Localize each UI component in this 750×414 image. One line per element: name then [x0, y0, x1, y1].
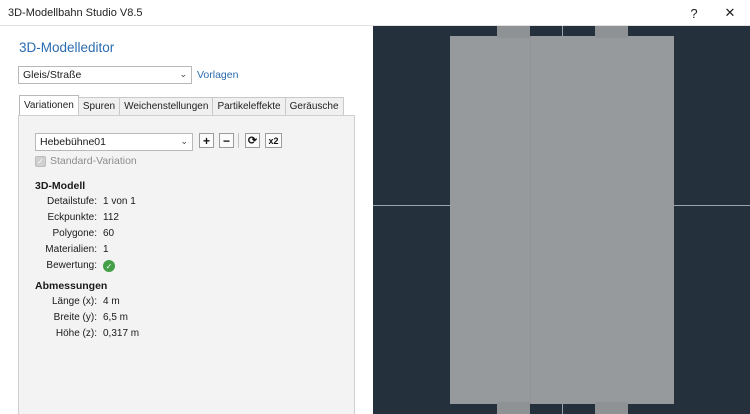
chevron-down-icon: ⌄ [180, 136, 188, 146]
category-value: Gleis/Straße [23, 69, 82, 81]
close-button[interactable]: ✕ [712, 0, 748, 26]
checkmark-icon: ✓ [35, 155, 46, 167]
materials-label: Materialien: [45, 244, 97, 255]
variations-panel: Hebebühne01 ⌄ + − ⟳ x2 ✓ Standard-Variat… [18, 115, 355, 414]
polygons-value: 60 [103, 228, 115, 239]
platform-rail-bottom-left [497, 402, 530, 414]
remove-variation-button[interactable]: − [219, 133, 234, 148]
standard-variation-checkbox[interactable]: ✓ Standard-Variation [35, 155, 137, 167]
height-value: 0,317 m [103, 328, 140, 339]
category-dropdown[interactable]: Gleis/Straße ⌄ [18, 66, 192, 84]
platform-seam [530, 36, 531, 404]
width-label: Breite (y): [53, 312, 97, 323]
height-label: Höhe (z): [55, 328, 97, 339]
refresh-icon[interactable]: ⟳ [245, 133, 260, 148]
duplicate-x2-button[interactable]: x2 [265, 133, 282, 148]
add-variation-button[interactable]: + [199, 133, 214, 148]
help-button[interactable]: ? [676, 0, 712, 26]
length-label: Länge (x): [51, 296, 97, 307]
editor-title: 3D-Modelleditor [19, 40, 115, 55]
rating-label: Bewertung: [46, 260, 97, 271]
vertices-value: 112 [103, 212, 119, 223]
detail-level-value: 1 von 1 [103, 196, 136, 207]
tab-variationen[interactable]: Variationen [19, 95, 79, 115]
editor-pane: 3D-Modelleditor Gleis/Straße ⌄ Vorlagen … [0, 26, 373, 414]
variation-value: Hebebühne01 [40, 136, 106, 148]
chevron-down-icon: ⌄ [179, 69, 187, 79]
length-value: 4 m [103, 296, 120, 307]
standard-variation-label: Standard-Variation [50, 155, 137, 167]
platform-rail-top-right [595, 26, 628, 38]
vertices-label: Eckpunkte: [47, 212, 97, 223]
3d-viewport[interactable] [373, 26, 750, 414]
lift-platform-model [450, 36, 674, 404]
platform-rail-bottom-right [595, 402, 628, 414]
dimensions-section-title: Abmessungen [35, 280, 108, 292]
tab-partikeleffekte[interactable]: Partikeleffekte [212, 97, 286, 115]
title-bar: 3D-Modellbahn Studio V8.5 ? ✕ [0, 0, 750, 26]
tab-bar: Variationen Spuren Weichenstellungen Par… [19, 95, 344, 115]
detail-level-label: Detailstufe: [46, 196, 97, 207]
tab-geraeusche[interactable]: Geräusche [284, 97, 344, 115]
variation-dropdown[interactable]: Hebebühne01 ⌄ [35, 133, 193, 151]
platform-rail-top-left [497, 26, 530, 38]
toolbar-divider [238, 133, 239, 148]
model-section-title: 3D-Modell [35, 180, 86, 192]
templates-link[interactable]: Vorlagen [197, 69, 238, 81]
tab-weichenstellungen[interactable]: Weichenstellungen [119, 97, 214, 115]
width-value: 6,5 m [103, 312, 129, 323]
polygons-label: Polygone: [52, 228, 97, 239]
materials-value: 1 [103, 244, 109, 255]
window-title: 3D-Modellbahn Studio V8.5 [8, 7, 143, 19]
check-circle-icon: ✓ [103, 260, 115, 272]
tab-spuren[interactable]: Spuren [77, 97, 121, 115]
